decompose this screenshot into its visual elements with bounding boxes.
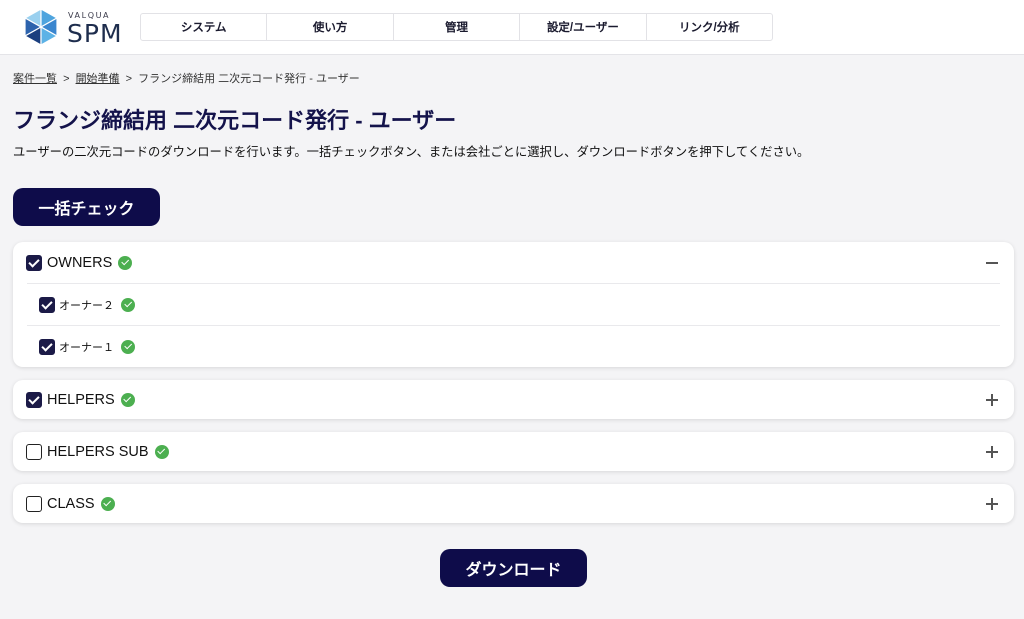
bulk-check-button[interactable]: 一括チェック: [13, 188, 160, 226]
logo-product-text: SPM: [67, 19, 123, 48]
member-name: オーナー１: [59, 341, 114, 354]
group-name: HELPERS SUB: [47, 443, 149, 460]
breadcrumb-separator: >: [125, 73, 133, 85]
nav-item-system[interactable]: システム: [141, 14, 268, 40]
group-panel-class: CLASS: [13, 484, 1014, 523]
group-name: OWNERS: [47, 254, 113, 271]
hexagon-cube-logo-icon: [24, 9, 58, 45]
group-header-class[interactable]: CLASS: [13, 484, 1014, 523]
group-list: OWNERS オーナー２ オーナー１ HELPERS HELPERS SUB C…: [13, 242, 1014, 523]
nav-item-usage[interactable]: 使い方: [267, 14, 394, 40]
group-name: HELPERS: [47, 391, 115, 408]
breadcrumb-link-project-list[interactable]: 案件一覧: [13, 73, 57, 85]
group-checkbox[interactable]: [26, 254, 42, 271]
check-circle-icon: [120, 392, 135, 407]
check-circle-icon: [154, 444, 169, 459]
group-name: CLASS: [47, 495, 95, 512]
group-panel-helpers: HELPERS: [13, 380, 1014, 419]
member-row: オーナー２: [27, 283, 1000, 325]
plus-icon[interactable]: [986, 445, 998, 458]
main-nav: システム 使い方 管理 設定/ユーザー リンク/分析: [140, 13, 773, 41]
group-header-helpers-sub[interactable]: HELPERS SUB: [13, 432, 1014, 471]
page-description: ユーザーの二次元コードのダウンロードを行います。一括チェックボタン、または会社ご…: [13, 145, 810, 159]
check-circle-icon: [121, 297, 135, 312]
minus-icon[interactable]: [986, 257, 998, 269]
group-panel-owners: OWNERS オーナー２ オーナー１: [13, 242, 1014, 367]
group-checkbox[interactable]: [26, 391, 42, 408]
check-circle-icon: [100, 496, 115, 511]
breadcrumb: 案件一覧 > 開始準備 > フランジ締結用 二次元コード発行 - ユーザー: [13, 71, 1014, 87]
member-checkbox[interactable]: [39, 296, 55, 313]
check-circle-icon: [118, 255, 133, 270]
nav-item-settings-users[interactable]: 設定/ユーザー: [520, 14, 647, 40]
top-header: VALQUA SPM システム 使い方 管理 設定/ユーザー リンク/分析: [0, 0, 1024, 55]
page-title: フランジ締結用 二次元コード発行 - ユーザー: [13, 108, 457, 133]
download-button[interactable]: ダウンロード: [440, 549, 587, 587]
group-header-owners[interactable]: OWNERS: [13, 242, 1014, 283]
check-circle-icon: [121, 339, 135, 354]
member-name: オーナー２: [59, 299, 114, 312]
valqua-spm-logo: VALQUA SPM: [24, 9, 124, 47]
group-checkbox[interactable]: [26, 443, 42, 460]
group-checkbox[interactable]: [26, 495, 42, 512]
main-content: 案件一覧 > 開始準備 > フランジ締結用 二次元コード発行 - ユーザー フラ…: [13, 55, 1014, 587]
plus-icon[interactable]: [986, 393, 998, 406]
plus-icon[interactable]: [986, 497, 998, 510]
member-row: オーナー１: [27, 325, 1000, 367]
nav-item-management[interactable]: 管理: [394, 14, 521, 40]
nav-item-links-analysis[interactable]: リンク/分析: [647, 14, 772, 40]
breadcrumb-separator: >: [63, 73, 70, 85]
breadcrumb-current: フランジ締結用 二次元コード発行 - ユーザー: [138, 73, 360, 85]
group-header-helpers[interactable]: HELPERS: [13, 380, 1014, 419]
group-panel-helpers-sub: HELPERS SUB: [13, 432, 1014, 471]
member-checkbox[interactable]: [39, 338, 55, 355]
breadcrumb-link-preparation[interactable]: 開始準備: [76, 73, 120, 85]
